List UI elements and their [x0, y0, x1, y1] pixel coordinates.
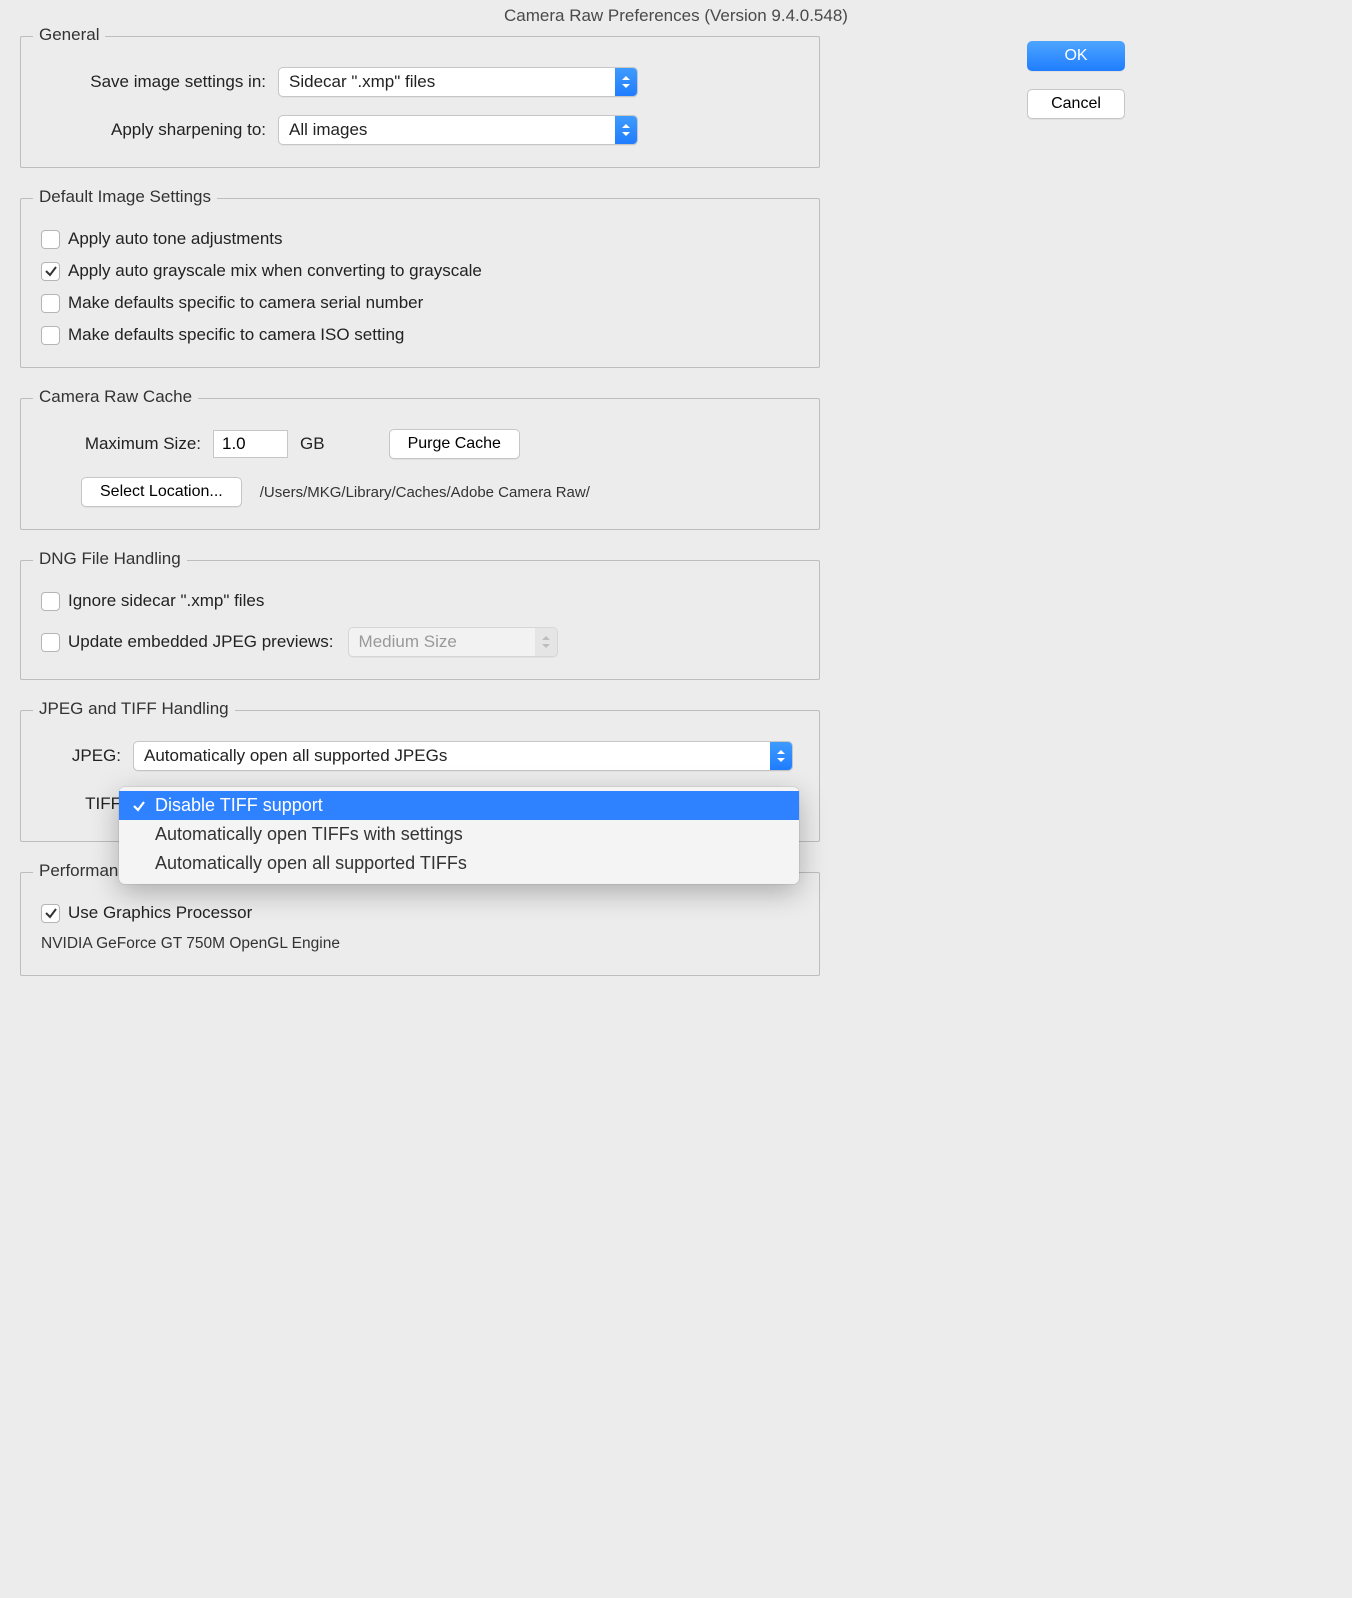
window-title: Camera Raw Preferences (Version 9.4.0.54…	[0, 0, 1352, 36]
tiff-option-0[interactable]: Disable TIFF support	[119, 791, 799, 820]
legend-general: General	[33, 25, 105, 45]
checkbox-label: Make defaults specific to camera serial …	[68, 293, 423, 313]
stepper-icon	[535, 628, 557, 656]
check-icon	[131, 799, 147, 813]
stepper-icon	[615, 116, 637, 144]
legend-dng: DNG File Handling	[33, 549, 187, 569]
select-preview-size: Medium Size	[348, 627, 558, 657]
input-max-size[interactable]	[213, 430, 288, 458]
select-jpeg-value: Automatically open all supported JPEGs	[134, 746, 770, 766]
tiff-option-label: Disable TIFF support	[155, 795, 323, 816]
checkbox-label: Apply auto tone adjustments	[68, 229, 283, 249]
label-ignore-xmp: Ignore sidecar ".xmp" files	[68, 591, 264, 611]
stepper-icon	[770, 742, 792, 770]
select-sharpening[interactable]: All images	[278, 115, 638, 145]
group-cache: Camera Raw Cache Maximum Size: GB Purge …	[20, 398, 820, 530]
legend-jpegtiff: JPEG and TIFF Handling	[33, 699, 235, 719]
label-sharpening: Apply sharpening to:	[41, 120, 266, 140]
select-location-button[interactable]: Select Location...	[81, 477, 242, 507]
legend-cache: Camera Raw Cache	[33, 387, 198, 407]
ok-button[interactable]: OK	[1027, 41, 1125, 71]
label-gpu: Use Graphics Processor	[68, 903, 252, 923]
checkbox-update-previews[interactable]	[41, 633, 60, 652]
label-update-previews: Update embedded JPEG previews:	[68, 632, 334, 652]
select-jpeg[interactable]: Automatically open all supported JPEGs	[133, 741, 793, 771]
select-preview-value: Medium Size	[349, 632, 535, 652]
label-max-size: Maximum Size:	[41, 434, 201, 454]
group-performance: Performance Use Graphics Processor NVIDI…	[20, 872, 820, 976]
tiff-option-label: Automatically open TIFFs with settings	[155, 824, 463, 845]
checkbox-row: Make defaults specific to camera serial …	[41, 293, 799, 313]
group-jpeg-tiff: JPEG and TIFF Handling JPEG: Automatical…	[20, 710, 820, 842]
cache-path: /Users/MKG/Library/Caches/Adobe Camera R…	[254, 484, 590, 501]
stepper-icon	[615, 68, 637, 96]
checkbox-ignore-xmp[interactable]	[41, 592, 60, 611]
tiff-option-label: Automatically open all supported TIFFs	[155, 853, 467, 874]
checkbox-row: Apply auto tone adjustments	[41, 229, 799, 249]
checkbox-default-0[interactable]	[41, 230, 60, 249]
checkbox-default-3[interactable]	[41, 326, 60, 345]
select-sharpening-value: All images	[279, 120, 615, 140]
group-dng: DNG File Handling Ignore sidecar ".xmp" …	[20, 560, 820, 680]
checkbox-label: Make defaults specific to camera ISO set…	[68, 325, 404, 345]
tiff-option-2[interactable]: Automatically open all supported TIFFs	[119, 849, 799, 878]
checkbox-default-2[interactable]	[41, 294, 60, 313]
checkbox-label: Apply auto grayscale mix when converting…	[68, 261, 482, 281]
group-general: General Save image settings in: Sidecar …	[20, 36, 820, 168]
group-default-image-settings: Default Image Settings Apply auto tone a…	[20, 198, 820, 368]
label-gb: GB	[300, 434, 325, 454]
cancel-button[interactable]: Cancel	[1027, 89, 1125, 119]
checkbox-row: Apply auto grayscale mix when converting…	[41, 261, 799, 281]
legend-defaults: Default Image Settings	[33, 187, 217, 207]
label-tiff: TIFF	[41, 794, 121, 814]
tiff-option-1[interactable]: Automatically open TIFFs with settings	[119, 820, 799, 849]
select-save-settings[interactable]: Sidecar ".xmp" files	[278, 67, 638, 97]
label-jpeg: JPEG:	[41, 746, 121, 766]
checkbox-row: Make defaults specific to camera ISO set…	[41, 325, 799, 345]
tiff-dropdown[interactable]: Disable TIFF support Automatically open T…	[119, 787, 799, 884]
checkbox-gpu[interactable]	[41, 904, 60, 923]
purge-cache-button[interactable]: Purge Cache	[389, 429, 520, 459]
select-save-settings-value: Sidecar ".xmp" files	[279, 72, 615, 92]
gpu-name: NVIDIA GeForce GT 750M OpenGL Engine	[41, 935, 799, 953]
label-save-settings: Save image settings in:	[41, 72, 266, 92]
checkbox-default-1[interactable]	[41, 262, 60, 281]
